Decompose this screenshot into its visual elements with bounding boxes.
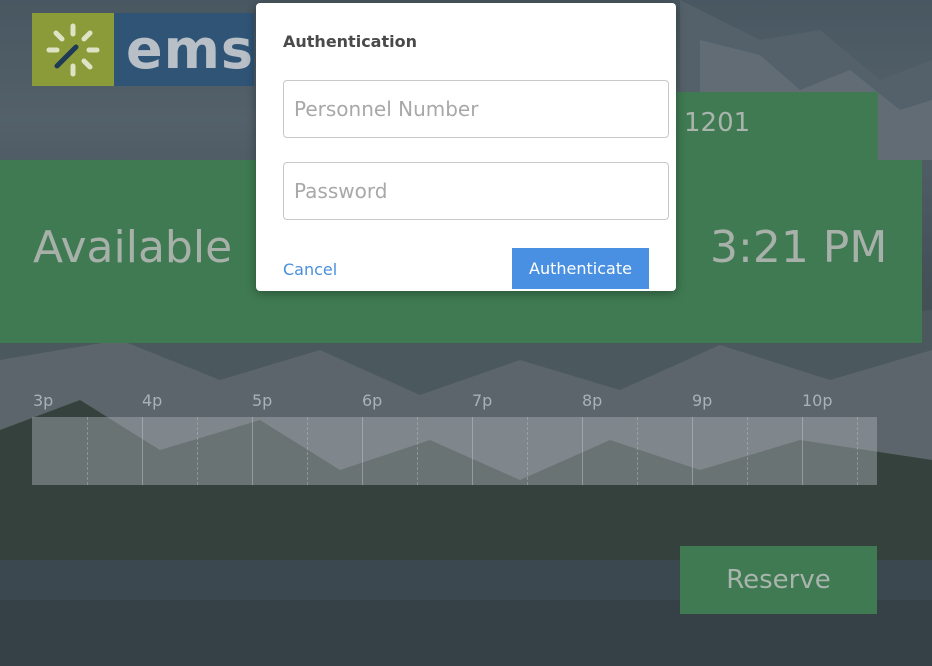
- authentication-dialog: Authentication Cancel Authenticate: [256, 3, 676, 291]
- timeline-half-hour-line: [527, 417, 528, 485]
- password-input[interactable]: [283, 162, 669, 220]
- current-time: 3:21 PM: [710, 222, 888, 273]
- timeline-tick-label: 5p: [252, 391, 273, 410]
- room-number: 1201: [684, 108, 751, 138]
- timeline-hour-line: [802, 417, 803, 485]
- timeline-hour-line: [362, 417, 363, 485]
- timeline-hour-line: [692, 417, 693, 485]
- timeline-hour-line: [252, 417, 253, 485]
- timeline-tick-label: 7p: [472, 391, 493, 410]
- timeline-half-hour-line: [197, 417, 198, 485]
- personnel-number-input[interactable]: [283, 80, 669, 138]
- spinner-sun-icon: [32, 13, 114, 86]
- timeline-tick-label: 4p: [142, 391, 163, 410]
- booking-timeline[interactable]: [32, 417, 877, 485]
- timeline-hour-line: [142, 417, 143, 485]
- timeline-tick-label: 6p: [362, 391, 383, 410]
- timeline-half-hour-line: [747, 417, 748, 485]
- timeline-hour-line: [582, 417, 583, 485]
- ems-logo: ems: [32, 13, 254, 86]
- timeline-half-hour-line: [87, 417, 88, 485]
- reserve-button[interactable]: Reserve: [680, 546, 877, 614]
- timeline-half-hour-line: [417, 417, 418, 485]
- timeline-tick-label: 9p: [692, 391, 713, 410]
- dialog-title: Authentication: [283, 32, 417, 51]
- timeline-tick-label: 10p: [802, 391, 833, 410]
- authenticate-button[interactable]: Authenticate: [512, 248, 649, 289]
- timeline-tick-label: 8p: [582, 391, 603, 410]
- logo-text: ems: [114, 13, 254, 86]
- timeline-half-hour-line: [307, 417, 308, 485]
- timeline-hour-line: [472, 417, 473, 485]
- timeline-half-hour-line: [637, 417, 638, 485]
- timeline-half-hour-line: [857, 417, 858, 485]
- timeline-tick-label: 3p: [33, 391, 54, 410]
- cancel-link[interactable]: Cancel: [283, 260, 337, 279]
- availability-status: Available: [33, 222, 233, 273]
